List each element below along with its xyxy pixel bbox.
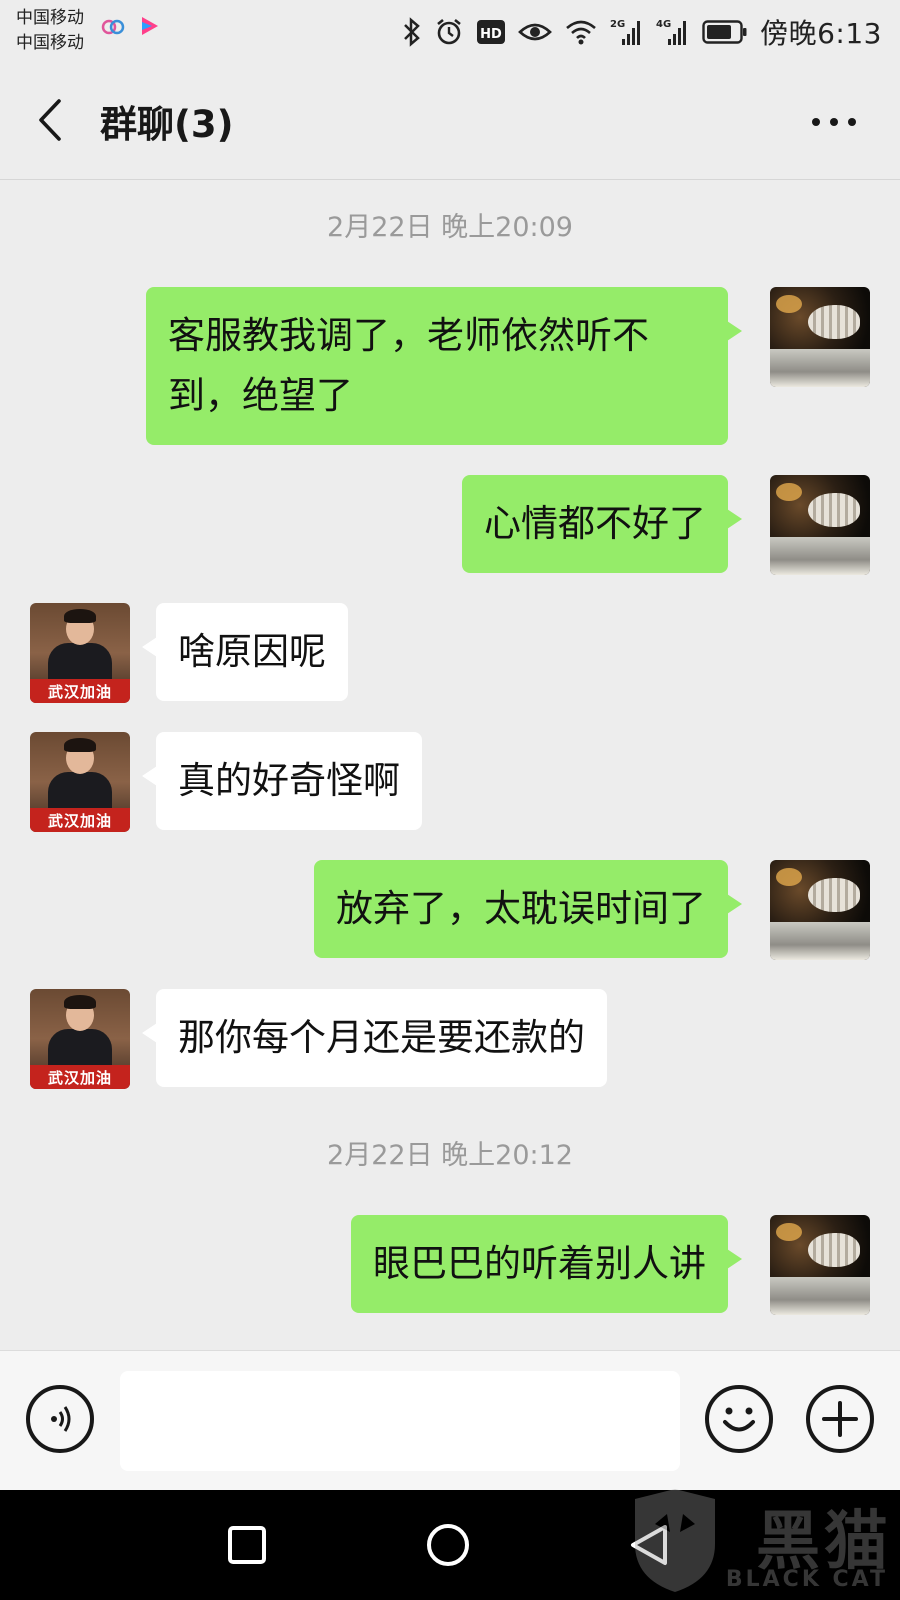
message-row-sent: 心情都不好了: [0, 475, 900, 575]
message-bubble-sent[interactable]: 心情都不好了: [462, 475, 742, 573]
avatar-banner-label: 武汉加油: [30, 1065, 130, 1089]
eye-icon: [518, 20, 553, 44]
message-bubble-sent[interactable]: 放弃了，太耽误时间了: [314, 860, 742, 958]
message-row-sent: 放弃了，太耽误时间了: [0, 860, 900, 960]
message-bubble-received[interactable]: 啥原因呢: [142, 603, 348, 701]
signal-4g-label: 4G: [656, 19, 671, 30]
carrier-2-label: 中国移动: [16, 33, 84, 53]
voice-icon: [51, 1406, 71, 1432]
my-avatar[interactable]: [770, 860, 870, 960]
chat-header: 群聊(3): [0, 62, 900, 180]
contact-avatar[interactable]: 武汉加油: [30, 732, 130, 832]
emoji-icon: [723, 1407, 755, 1432]
message-row-received: 武汉加油 真的好奇怪啊: [0, 732, 900, 832]
triangle-back-icon: [631, 1525, 667, 1565]
more-dots-icon: [812, 118, 856, 126]
recent-apps-button[interactable]: [222, 1520, 272, 1570]
carrier-1-label: 中国移动: [16, 8, 84, 28]
back-arrow-icon: [39, 99, 61, 141]
hd-label: HD: [480, 27, 502, 42]
circle-icon: [427, 1524, 469, 1566]
notification-icons: [100, 14, 162, 40]
plus-icon: [822, 1401, 858, 1437]
status-time: 傍晚6:13: [760, 17, 882, 50]
system-nav-bar: [0, 1490, 900, 1600]
bluetooth-icon: [402, 17, 422, 47]
wifi-icon: [564, 18, 598, 46]
home-button[interactable]: [423, 1520, 473, 1570]
carrier-info: 中国移动 中国移动: [16, 6, 84, 56]
signal-2g-icon: 2G: [610, 17, 644, 47]
alarm-icon: [434, 17, 464, 47]
message-timestamp: 2月22日 晚上20:12: [327, 1140, 573, 1171]
message-bubble-received[interactable]: 真的好奇怪啊: [142, 732, 422, 830]
message-list[interactable]: 2月22日 晚上20:09 客服教我调了，老师依然听不到，绝望了 心情都不好了 …: [0, 181, 900, 1350]
app-notification-icon: [100, 14, 126, 40]
my-avatar[interactable]: [770, 475, 870, 575]
input-bar: [0, 1350, 900, 1490]
signal-4g-icon: 4G: [656, 17, 690, 47]
message-row-received: 武汉加油 那你每个月还是要还款的: [0, 989, 900, 1089]
message-input[interactable]: [120, 1371, 680, 1471]
avatar-banner-label: 武汉加油: [30, 679, 130, 703]
emoji-button[interactable]: [705, 1385, 773, 1453]
status-indicators: HD 2G 4G 傍晚6:13: [402, 12, 882, 52]
contact-avatar[interactable]: 武汉加油: [30, 603, 130, 703]
battery-icon: [702, 19, 748, 45]
my-avatar[interactable]: [770, 287, 870, 387]
message-bubble-sent[interactable]: 客服教我调了，老师依然听不到，绝望了: [146, 287, 742, 445]
message-row-sent: 眼巴巴的听着别人讲: [0, 1215, 900, 1315]
more-actions-button[interactable]: [806, 1385, 874, 1453]
status-bar: 中国移动 中国移动 HD 2G 4G 傍晚6:13: [0, 0, 900, 62]
more-options-button[interactable]: [806, 102, 862, 142]
voice-input-button[interactable]: [26, 1385, 94, 1453]
message-bubble-sent[interactable]: 眼巴巴的听着别人讲: [351, 1215, 742, 1313]
message-bubble-received[interactable]: 那你每个月还是要还款的: [142, 989, 607, 1087]
message-row-received: 武汉加油 啥原因呢: [0, 603, 900, 703]
chat-title: 群聊(3): [100, 103, 234, 146]
avatar-banner-label: 武汉加油: [30, 808, 130, 832]
message-row-sent: 客服教我调了，老师依然听不到，绝望了: [0, 287, 900, 447]
square-icon: [228, 1526, 266, 1564]
youku-icon: [136, 14, 162, 40]
hd-icon: HD: [476, 18, 506, 46]
signal-2g-label: 2G: [610, 19, 625, 30]
message-timestamp: 2月22日 晚上20:09: [327, 212, 573, 243]
back-nav-button[interactable]: [625, 1520, 675, 1570]
my-avatar[interactable]: [770, 1215, 870, 1315]
contact-avatar[interactable]: 武汉加油: [30, 989, 130, 1089]
back-button[interactable]: [22, 92, 78, 148]
